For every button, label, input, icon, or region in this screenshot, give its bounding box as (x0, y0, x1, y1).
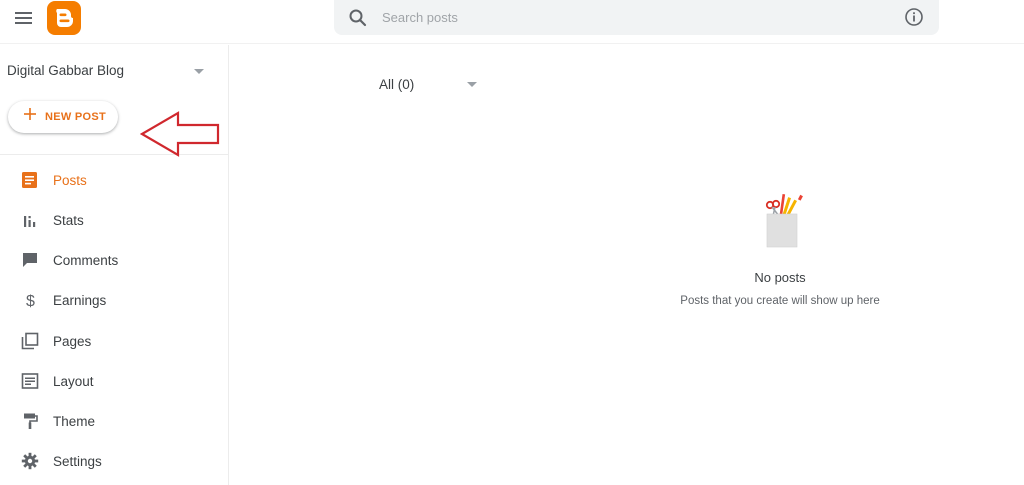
filter-label: All (0) (379, 77, 415, 92)
blogger-dashboard: Digital Gabbar Blog NEW POST Posts (0, 0, 1024, 485)
sidebar-item-label: Posts (53, 173, 87, 188)
blogger-logo[interactable] (47, 1, 81, 35)
new-post-label: NEW POST (45, 111, 107, 123)
posts-icon (22, 172, 37, 188)
blog-selector[interactable]: Digital Gabbar Blog (7, 62, 212, 84)
sidebar-item-label: Earnings (53, 293, 107, 308)
sidebar-item-posts[interactable]: Posts (0, 163, 228, 199)
sidebar-item-settings[interactable]: Settings (0, 444, 228, 480)
search-input[interactable] (382, 6, 882, 28)
sidebar-item-label: Layout (53, 374, 94, 389)
search-icon[interactable] (348, 8, 368, 28)
stats-icon (24, 216, 36, 227)
empty-state-title: No posts (754, 270, 806, 285)
sidebar-item-label: Settings (53, 454, 102, 469)
top-bar (0, 0, 1024, 44)
sidebar-item-label: Stats (53, 213, 84, 228)
search-bar (334, 0, 939, 35)
info-icon[interactable] (904, 7, 924, 27)
gear-icon (21, 452, 39, 470)
sidebar-item-stats[interactable]: Stats (0, 203, 228, 239)
sidebar-item-label: Theme (53, 414, 96, 429)
layout-icon (21, 373, 39, 389)
sidebar-item-layout[interactable]: Layout (0, 364, 228, 400)
sidebar-item-earnings[interactable]: $ Earnings (0, 283, 228, 319)
dollar-icon: $ (26, 293, 35, 309)
post-filter-dropdown[interactable]: All (0) (379, 76, 479, 96)
sidebar-item-pages[interactable]: Pages (0, 324, 228, 360)
svg-text:$: $ (26, 293, 35, 309)
chevron-down-icon (194, 69, 204, 74)
comments-icon (23, 253, 37, 267)
sidebar-item-label: Comments (53, 253, 119, 268)
new-post-button[interactable]: NEW POST (8, 101, 118, 133)
sidebar-item-theme[interactable]: Theme (0, 404, 228, 440)
blog-name: Digital Gabbar Blog (7, 63, 125, 78)
annotation-arrow-icon (140, 111, 220, 157)
menu-icon[interactable] (15, 10, 35, 26)
plus-icon (24, 108, 36, 120)
chevron-down-icon (467, 82, 477, 87)
pencil-cup-icon (765, 193, 803, 248)
sidebar-item-label: Pages (53, 334, 92, 349)
empty-state-subtitle: Posts that you create will show up here (680, 295, 880, 307)
paint-roller-icon (24, 413, 38, 429)
sidebar-item-comments[interactable]: Comments (0, 243, 228, 279)
pages-icon (21, 332, 39, 350)
